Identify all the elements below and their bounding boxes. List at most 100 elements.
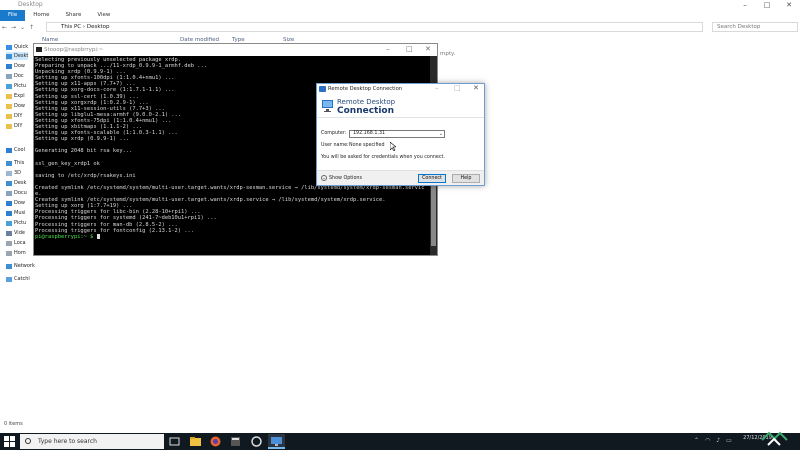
maximize-icon[interactable]: □ (756, 0, 778, 10)
close-icon[interactable]: ✕ (778, 0, 800, 10)
sidebar-item-3d-objects[interactable]: 3D (6, 169, 21, 177)
help-button[interactable]: Help (452, 174, 480, 183)
sidebar-item-diy-1[interactable]: DIY (6, 112, 22, 120)
sidebar-item-quick-access[interactable]: Quick (6, 43, 28, 51)
address-bar-row: ← → ⌄ ↑ This PC › Desktop Search Desktop (0, 21, 800, 34)
tab-share[interactable]: Share (57, 10, 89, 21)
app-circle-icon[interactable] (250, 435, 263, 448)
show-options-toggle[interactable]: ⌄ Show Options (321, 175, 362, 181)
remote-desktop-icon (271, 437, 282, 446)
task-view-icon[interactable] (168, 435, 181, 448)
breadcrumb-desktop[interactable]: Desktop (87, 24, 110, 30)
remote-desktop-icon (319, 86, 326, 92)
recent-chevron-icon[interactable]: ⌄ (18, 24, 27, 31)
ribbon-tabs: File Home Share View (0, 10, 800, 21)
rdp-titlebar[interactable]: Remote Desktop Connection – □ ✕ (317, 84, 484, 95)
download-icon (6, 200, 12, 206)
music-icon (6, 210, 12, 216)
cloud-icon (6, 276, 12, 282)
taskbar-remote-desktop[interactable] (268, 434, 285, 449)
sidebar-item-home[interactable]: Hom (6, 249, 26, 257)
minimize-icon[interactable]: – (734, 0, 756, 10)
tab-file[interactable]: File (0, 10, 26, 21)
sidebar-item-documents-pc[interactable]: Docu (6, 189, 27, 197)
wifi-icon[interactable]: ◠ (705, 437, 710, 444)
sidebar-item-pictures-pc[interactable]: Pictu (6, 219, 26, 227)
sidebar-item-catchl[interactable]: Catchl (6, 275, 30, 283)
terminal-title: Stooop@raspbrrypi:~ (44, 47, 104, 53)
sidebar-item-desktop-pc[interactable]: Desk (6, 179, 26, 187)
explorer-window-controls: – □ ✕ (734, 0, 800, 10)
terminal-prompt-line[interactable]: pi@raspberrypi:~ $ (35, 233, 428, 240)
banner-line-2: Connection (337, 106, 395, 116)
keyboard-icon[interactable]: ▭ (726, 437, 732, 444)
mouse-pointer-icon (390, 142, 396, 151)
terminal-titlebar[interactable]: Stooop@raspbrrypi:~ – □ ✕ (34, 44, 437, 56)
sidebar-item-desktop[interactable]: Deskt (6, 52, 29, 60)
drive-icon (6, 240, 12, 246)
address-bar[interactable]: This PC › Desktop (46, 22, 703, 32)
chevron-down-icon[interactable]: ⌄ (439, 131, 443, 137)
windows-start-icon[interactable] (4, 436, 15, 447)
file-explorer-icon[interactable] (189, 435, 202, 448)
minimize-icon[interactable]: – (386, 45, 390, 53)
navigation-pane: Quick Deskt Dow Doc Pictu Expl Dow DIY D… (0, 40, 35, 420)
computer-combobox[interactable]: 192.168.1.31 ⌄ (349, 130, 445, 138)
close-icon[interactable]: ✕ (473, 84, 479, 92)
sidebar-item-downloads-pc[interactable]: Dow (6, 199, 25, 207)
sidebar-item-music[interactable]: Musi (6, 209, 25, 217)
breadcrumb-this-pc[interactable]: This PC (61, 24, 81, 30)
network-icon (6, 263, 12, 269)
folder-icon (6, 103, 12, 109)
back-arrow-icon[interactable]: ← (0, 24, 9, 31)
remote-desktop-logo-icon (322, 100, 333, 112)
folder-icon (6, 93, 12, 99)
pictures-icon (6, 220, 12, 226)
tab-view[interactable]: View (89, 10, 118, 21)
document-icon (6, 190, 12, 196)
sidebar-item-diy-2[interactable]: DIY (6, 122, 22, 130)
desktop-icon (6, 53, 12, 59)
up-arrow-icon[interactable]: ↑ (27, 24, 36, 31)
volume-icon[interactable]: ♪ (716, 437, 720, 444)
username-label: User name: (321, 143, 349, 148)
sidebar-item-local-disk[interactable]: Loca (6, 239, 26, 247)
connect-button[interactable]: Connect (418, 174, 446, 183)
cloud-icon (6, 147, 12, 153)
video-icon (6, 230, 12, 236)
sidebar-item-pictures[interactable]: Pictu (6, 82, 26, 90)
document-icon (6, 73, 12, 79)
firefox-icon[interactable] (209, 435, 222, 448)
sidebar-item-downloads[interactable]: Dow (6, 62, 25, 70)
sidebar-item-downloads-2[interactable]: Dow (6, 102, 25, 110)
search-icon (25, 438, 31, 444)
explorer-search-input[interactable]: Search Desktop (712, 22, 798, 32)
maximize-icon[interactable]: □ (406, 45, 413, 53)
tab-home[interactable]: Home (25, 10, 57, 21)
sidebar-item-videos[interactable]: Vide (6, 229, 25, 237)
forward-arrow-icon[interactable]: → (9, 24, 18, 31)
network-drive-icon (6, 250, 12, 256)
desktop: Desktop – □ ✕ File Home Share View ← → ⌄… (0, 0, 800, 450)
sidebar-item-documents[interactable]: Doc (6, 72, 24, 80)
terminal-prompt: pi@raspberrypi:~ $ (35, 233, 97, 240)
computer-label: Computer: (321, 131, 347, 136)
calculator-icon[interactable] (229, 435, 242, 448)
sidebar-item-this-pc[interactable]: This (6, 159, 24, 167)
sidebar-item-network[interactable]: Network (6, 262, 35, 270)
sidebar-item-cloud[interactable]: Cool (6, 146, 25, 154)
network-tray-icon[interactable]: ⌃ (694, 437, 699, 444)
minimize-icon[interactable]: – (435, 84, 439, 92)
folder-icon (6, 113, 12, 119)
sidebar-item-explore[interactable]: Expl (6, 92, 25, 100)
rdp-banner: Remote Desktop Connection (317, 95, 484, 118)
maximize-icon[interactable]: □ (454, 84, 461, 92)
close-icon[interactable]: ✕ (425, 45, 431, 53)
taskbar-search-input[interactable]: Type here to search (20, 434, 164, 449)
terminal-icon (36, 47, 42, 52)
desktop-icon (6, 180, 12, 186)
remote-desktop-dialog[interactable]: Remote Desktop Connection – □ ✕ Remote D… (316, 83, 485, 186)
download-icon (6, 63, 12, 69)
explorer-title: Desktop (18, 1, 43, 8)
folder-icon (6, 123, 12, 129)
